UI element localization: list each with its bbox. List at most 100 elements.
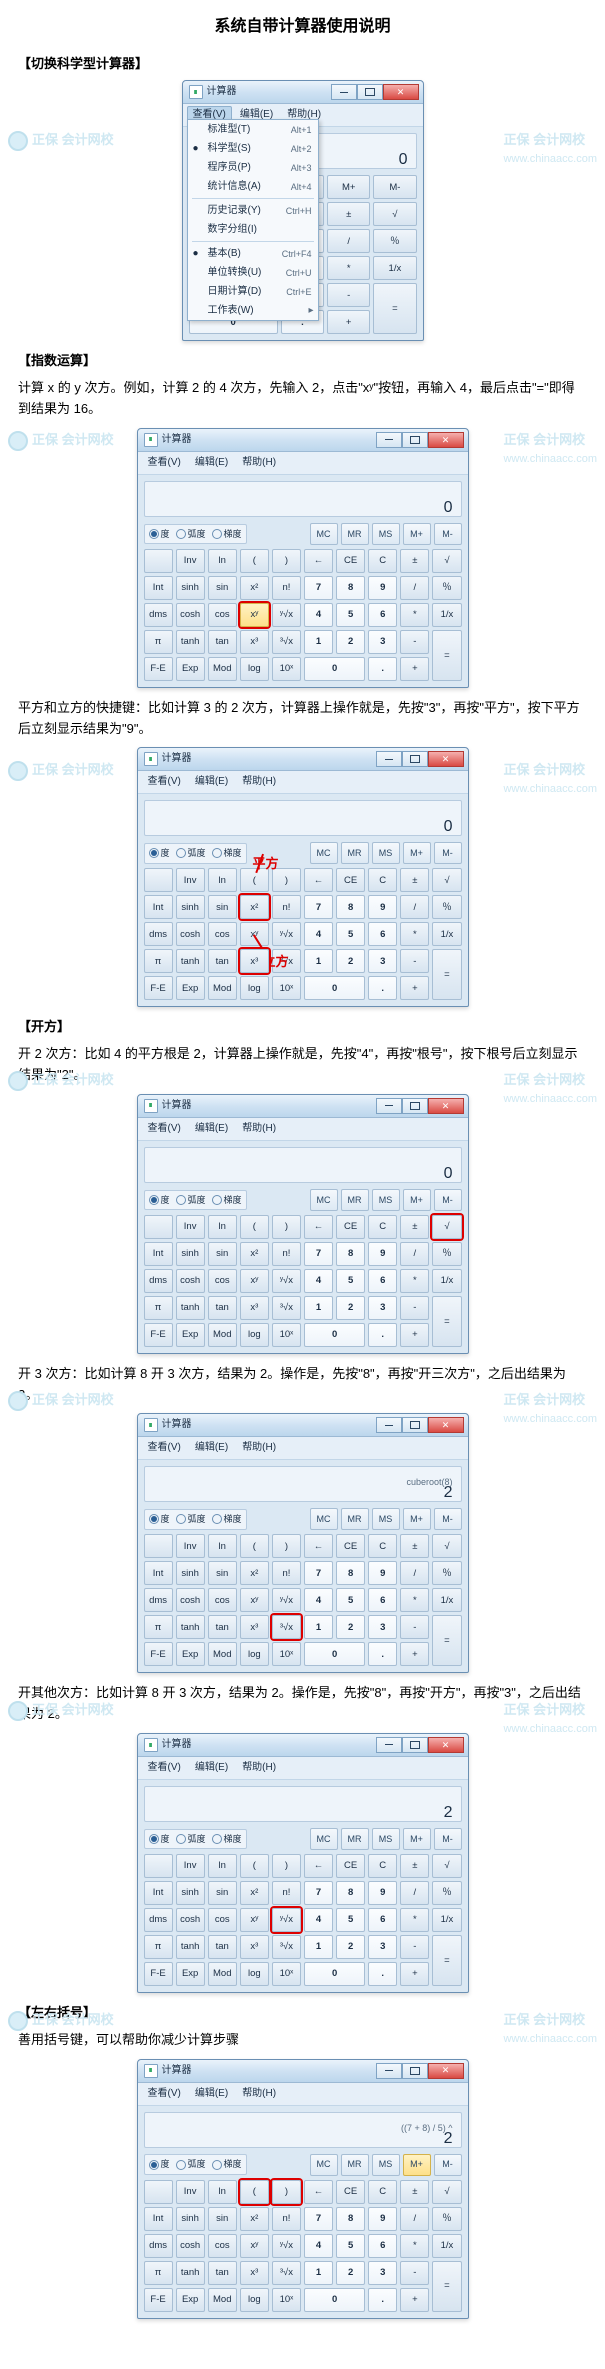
key-[interactable]: = xyxy=(432,1935,461,1986)
key-[interactable]: ％ xyxy=(432,1242,461,1266)
maximize-button[interactable] xyxy=(402,1417,428,1433)
key-[interactable]: ← xyxy=(304,1534,333,1558)
key-x[interactable]: x² xyxy=(240,576,269,600)
key-sin[interactable]: sin xyxy=(208,2207,237,2231)
key-[interactable]: ) xyxy=(272,1854,301,1878)
key-10[interactable]: 10ˣ xyxy=(272,657,301,681)
key-x[interactable]: x² xyxy=(240,895,269,919)
key-exp[interactable]: Exp xyxy=(176,1323,205,1347)
close-button[interactable] xyxy=(428,751,464,767)
key-cosh[interactable]: cosh xyxy=(176,1269,205,1293)
key-[interactable]: ) xyxy=(272,1215,301,1239)
key-[interactable]: √ xyxy=(432,1215,461,1239)
key-9[interactable]: 9 xyxy=(368,895,397,919)
key-[interactable]: ± xyxy=(400,1854,429,1878)
key-7[interactable]: 7 xyxy=(304,2207,333,2231)
key-blank[interactable] xyxy=(144,868,173,892)
menu-item-programmer[interactable]: 程序员(P)Alt+3 xyxy=(188,158,318,177)
key-ln[interactable]: ln xyxy=(208,2180,237,2204)
key-log[interactable]: log xyxy=(240,976,269,1000)
key-x[interactable]: ³√x xyxy=(272,949,301,973)
key-sinh[interactable]: sinh xyxy=(176,1561,205,1585)
key-[interactable]: + xyxy=(400,1323,429,1347)
key-ce[interactable]: CE xyxy=(336,549,365,573)
key-8[interactable]: 8 xyxy=(336,1561,365,1585)
key-6[interactable]: 6 xyxy=(368,1588,397,1612)
key-tan[interactable]: tan xyxy=(208,949,237,973)
key-[interactable]: ％ xyxy=(432,2207,461,2231)
radio-rad[interactable]: 弧度 xyxy=(176,1193,206,1207)
key-dms[interactable]: dms xyxy=(144,2234,173,2258)
mem-mc[interactable]: MC xyxy=(310,1189,338,1211)
key-[interactable]: π xyxy=(144,1296,173,1320)
key-x[interactable]: xʸ xyxy=(240,922,269,946)
key-[interactable]: + xyxy=(400,976,429,1000)
key-neg[interactable]: ± xyxy=(327,202,370,226)
key-[interactable]: ← xyxy=(304,1215,333,1239)
key-0[interactable]: 0 xyxy=(304,2288,365,2312)
mem-m+[interactable]: M+ xyxy=(403,523,431,545)
key-x[interactable]: x³ xyxy=(240,1935,269,1959)
radio-grad[interactable]: 梯度 xyxy=(212,2157,242,2171)
minimize-button[interactable] xyxy=(376,2063,402,2079)
minimize-button[interactable] xyxy=(376,432,402,448)
key-ln[interactable]: ln xyxy=(208,549,237,573)
key-8[interactable]: 8 xyxy=(336,2207,365,2231)
radio-rad[interactable]: 弧度 xyxy=(176,527,206,541)
key-[interactable]: ± xyxy=(400,2180,429,2204)
key-[interactable]: ± xyxy=(400,1215,429,1239)
key-2[interactable]: 2 xyxy=(336,949,365,973)
key-7[interactable]: 7 xyxy=(304,1242,333,1266)
key-6[interactable]: 6 xyxy=(368,1269,397,1293)
key-inv[interactable]: Inv xyxy=(176,868,205,892)
key-[interactable]: = xyxy=(432,2261,461,2312)
key-mod[interactable]: Mod xyxy=(208,1642,237,1666)
key-sin[interactable]: sin xyxy=(208,1881,237,1905)
close-button[interactable] xyxy=(428,1737,464,1753)
radio-deg[interactable]: 度 xyxy=(149,1193,170,1207)
key-log[interactable]: log xyxy=(240,2288,269,2312)
key-[interactable]: ％ xyxy=(432,1881,461,1905)
key-10[interactable]: 10ˣ xyxy=(272,2288,301,2312)
key-int[interactable]: Int xyxy=(144,1242,173,1266)
key-5[interactable]: 5 xyxy=(336,2234,365,2258)
close-button[interactable] xyxy=(428,1417,464,1433)
key-ln[interactable]: ln xyxy=(208,1854,237,1878)
key-7[interactable]: 7 xyxy=(304,1561,333,1585)
key-0[interactable]: 0 xyxy=(304,657,365,681)
key-10[interactable]: 10ˣ xyxy=(272,1962,301,1986)
key-cos[interactable]: cos xyxy=(208,1269,237,1293)
menu-view[interactable]: 查看(V) xyxy=(142,1439,187,1457)
key-mod[interactable]: Mod xyxy=(208,1962,237,1986)
mem-mr[interactable]: MR xyxy=(341,1828,369,1850)
key-x[interactable]: ʸ√x xyxy=(272,1269,301,1293)
key-2[interactable]: 2 xyxy=(336,1615,365,1639)
key-9[interactable]: 9 xyxy=(368,576,397,600)
radio-grad[interactable]: 梯度 xyxy=(212,1193,242,1207)
key-2[interactable]: 2 xyxy=(336,630,365,654)
key-exp[interactable]: Exp xyxy=(176,2288,205,2312)
radio-rad[interactable]: 弧度 xyxy=(176,2157,206,2171)
key-[interactable]: √ xyxy=(432,868,461,892)
minimize-button[interactable] xyxy=(331,84,357,100)
key-[interactable]: - xyxy=(400,1935,429,1959)
key-[interactable]: π xyxy=(144,2261,173,2285)
key-dms[interactable]: dms xyxy=(144,922,173,946)
key-cosh[interactable]: cosh xyxy=(176,2234,205,2258)
key-dms[interactable]: dms xyxy=(144,1269,173,1293)
key-6[interactable]: 6 xyxy=(368,603,397,627)
key-cosh[interactable]: cosh xyxy=(176,1908,205,1932)
minimize-button[interactable] xyxy=(376,1737,402,1753)
key-sinh[interactable]: sinh xyxy=(176,895,205,919)
menu-edit[interactable]: 编辑(E) xyxy=(189,1120,234,1138)
key-c[interactable]: C xyxy=(368,2180,397,2204)
key-log[interactable]: log xyxy=(240,1962,269,1986)
maximize-button[interactable] xyxy=(402,1737,428,1753)
menu-item-worksheets[interactable]: 工作表(W)▸ xyxy=(188,301,318,320)
maximize-button[interactable] xyxy=(357,84,383,100)
mem-ms[interactable]: MS xyxy=(372,1189,400,1211)
key-[interactable]: ← xyxy=(304,2180,333,2204)
key-[interactable]: π xyxy=(144,949,173,973)
key-[interactable]: ← xyxy=(304,549,333,573)
key-x[interactable]: x³ xyxy=(240,630,269,654)
